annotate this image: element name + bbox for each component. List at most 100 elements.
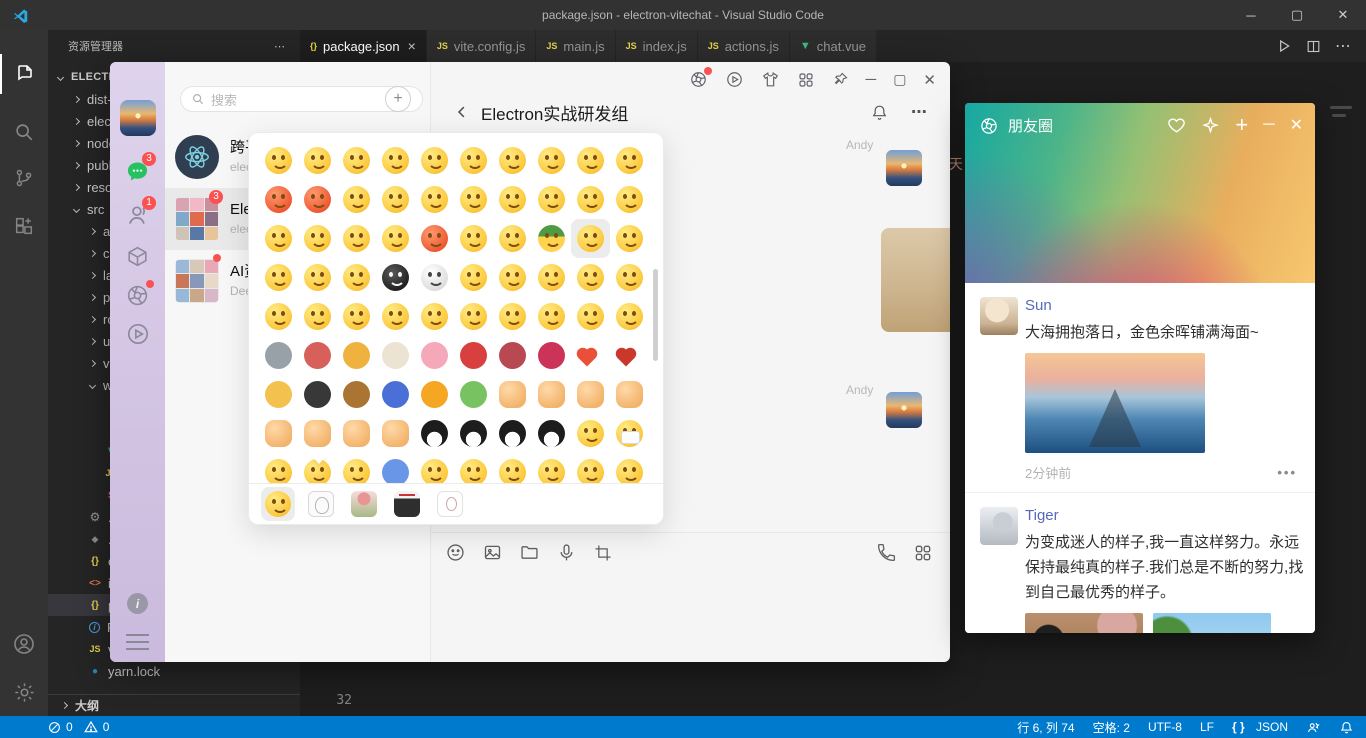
add-chat-button[interactable]: + bbox=[385, 86, 411, 112]
emoji-clap[interactable] bbox=[610, 258, 649, 297]
emoji-upset[interactable] bbox=[454, 180, 493, 219]
emoji-cool[interactable] bbox=[415, 141, 454, 180]
indentation[interactable]: 空格: 2 bbox=[1093, 719, 1130, 736]
emoji-row9-3[interactable] bbox=[337, 453, 376, 485]
emoji-disdain[interactable] bbox=[454, 297, 493, 336]
emoji-hug[interactable] bbox=[454, 375, 493, 414]
emoji-wilted-flower[interactable] bbox=[493, 336, 532, 375]
cursor-position[interactable]: 行 6, 列 74 bbox=[1017, 719, 1074, 736]
post-image-anime[interactable] bbox=[1153, 613, 1271, 633]
emoji-rose[interactable] bbox=[454, 336, 493, 375]
language-mode[interactable]: { } JSON bbox=[1232, 720, 1288, 734]
emoji-yawn[interactable] bbox=[415, 297, 454, 336]
emoji-shy[interactable] bbox=[493, 141, 532, 180]
emoji-row9-10[interactable] bbox=[610, 453, 649, 485]
emoji-tab-sticker-girl[interactable] bbox=[347, 487, 381, 521]
emoji-cleaver[interactable] bbox=[259, 336, 298, 375]
emoji-blush[interactable] bbox=[493, 180, 532, 219]
emoji-big-grin[interactable] bbox=[571, 414, 610, 453]
menu-hamburger-icon[interactable] bbox=[126, 634, 149, 650]
emoji-row9-8[interactable] bbox=[532, 453, 571, 485]
close-tab-icon[interactable]: × bbox=[408, 38, 416, 54]
emoji-sob[interactable] bbox=[610, 141, 649, 180]
emoji-fist[interactable] bbox=[337, 414, 376, 453]
editor-tab-main.js[interactable]: JS main.js bbox=[536, 30, 616, 62]
emoji-mad-laugh[interactable] bbox=[532, 180, 571, 219]
moments-minimize-icon[interactable]: ─ bbox=[1263, 116, 1274, 134]
explorer-more-icon[interactable]: ⋯ bbox=[274, 40, 286, 53]
emoji-sly-smile[interactable] bbox=[298, 297, 337, 336]
post-avatar[interactable] bbox=[980, 297, 1018, 335]
emoji-daze[interactable] bbox=[376, 141, 415, 180]
image-attach-icon[interactable] bbox=[482, 542, 503, 563]
emoji-awkward[interactable] bbox=[259, 180, 298, 219]
emoji-handshake[interactable] bbox=[571, 375, 610, 414]
search-icon[interactable] bbox=[0, 112, 48, 152]
sparkle-star-icon[interactable] bbox=[1201, 116, 1220, 135]
emoji-rage[interactable] bbox=[298, 180, 337, 219]
emoji-lips[interactable] bbox=[532, 336, 571, 375]
extensions-icon[interactable] bbox=[0, 206, 48, 246]
emoji-sun[interactable] bbox=[415, 375, 454, 414]
editor-tab-vite.config.js[interactable]: JS vite.config.js bbox=[426, 30, 537, 62]
emoji-kiss[interactable] bbox=[610, 297, 649, 336]
emoji-picker-icon[interactable] bbox=[445, 542, 466, 563]
emoji-panic[interactable] bbox=[415, 219, 454, 258]
emoji-wronged[interactable] bbox=[493, 297, 532, 336]
emoji-cute[interactable] bbox=[259, 219, 298, 258]
bell-icon[interactable] bbox=[870, 102, 889, 122]
emoji-tab-smileys[interactable] bbox=[261, 487, 295, 521]
emoji-tab-sticker-rabbit[interactable] bbox=[304, 487, 338, 521]
more-actions-button[interactable]: ⋯ bbox=[1335, 36, 1352, 56]
emoji-row9-9[interactable] bbox=[571, 453, 610, 485]
run-button[interactable] bbox=[1276, 38, 1292, 54]
emoji-thumbs-up[interactable] bbox=[493, 375, 532, 414]
emoji-sleep[interactable] bbox=[571, 141, 610, 180]
emoji-zip[interactable] bbox=[532, 141, 571, 180]
emoji-dizzy[interactable] bbox=[337, 258, 376, 297]
post-author[interactable]: Sun bbox=[1025, 297, 1297, 314]
emoji-bye[interactable] bbox=[493, 258, 532, 297]
tree-item-yarn.lock[interactable]: ● yarn.lock bbox=[48, 660, 300, 682]
voice-call-icon[interactable] bbox=[876, 542, 897, 563]
moments-shortcut-icon[interactable] bbox=[689, 67, 712, 89]
account-icon[interactable] bbox=[0, 624, 48, 664]
emoji-salute[interactable] bbox=[259, 414, 298, 453]
emoji-tab-sticker-mini[interactable] bbox=[433, 487, 467, 521]
emoji-broken-heart[interactable] bbox=[610, 336, 649, 375]
emoji-watermelon[interactable] bbox=[298, 336, 337, 375]
post-image-sea[interactable] bbox=[1025, 353, 1205, 453]
explorer-icon[interactable] bbox=[0, 54, 48, 94]
emoji-teary[interactable] bbox=[532, 297, 571, 336]
discover-moments-icon[interactable] bbox=[110, 280, 165, 308]
emoji-pig[interactable] bbox=[415, 336, 454, 375]
emoji-tongue[interactable] bbox=[337, 180, 376, 219]
problems-indicator[interactable]: 0 0 bbox=[48, 720, 109, 734]
close-icon[interactable]: ✕ bbox=[1320, 0, 1366, 30]
split-editor-button[interactable] bbox=[1306, 39, 1321, 54]
feedback-icon[interactable] bbox=[1306, 720, 1321, 735]
emoji-soldier[interactable] bbox=[532, 219, 571, 258]
emoji-row9-1[interactable] bbox=[259, 453, 298, 485]
editor-tab-package.json[interactable]: {} package.json × bbox=[300, 30, 427, 62]
chat-more-icon[interactable]: ⋯ bbox=[911, 102, 929, 122]
emoji-cake[interactable] bbox=[259, 375, 298, 414]
emoji-thumbs-down[interactable] bbox=[532, 375, 571, 414]
settings-gear-icon[interactable] bbox=[0, 672, 48, 712]
post-author[interactable]: Tiger bbox=[1025, 507, 1297, 524]
voice-mic-icon[interactable] bbox=[556, 542, 577, 563]
emoji-drowsy[interactable] bbox=[376, 219, 415, 258]
emoji-coffee[interactable] bbox=[376, 336, 415, 375]
emoji-vomit[interactable] bbox=[571, 180, 610, 219]
eol[interactable]: LF bbox=[1200, 720, 1214, 734]
editor-tab-index.js[interactable]: JS index.js bbox=[615, 30, 698, 62]
sender-avatar[interactable] bbox=[886, 150, 922, 186]
emoji-bomb[interactable] bbox=[298, 375, 337, 414]
maximize-icon[interactable]: ▢ bbox=[1274, 0, 1320, 30]
emoji-smug[interactable] bbox=[337, 219, 376, 258]
video-channel-icon[interactable] bbox=[110, 321, 165, 347]
emoji-row9-4[interactable] bbox=[376, 453, 415, 485]
post-avatar[interactable] bbox=[980, 507, 1018, 545]
emoji-poop[interactable] bbox=[337, 375, 376, 414]
emoji-skull[interactable] bbox=[415, 258, 454, 297]
